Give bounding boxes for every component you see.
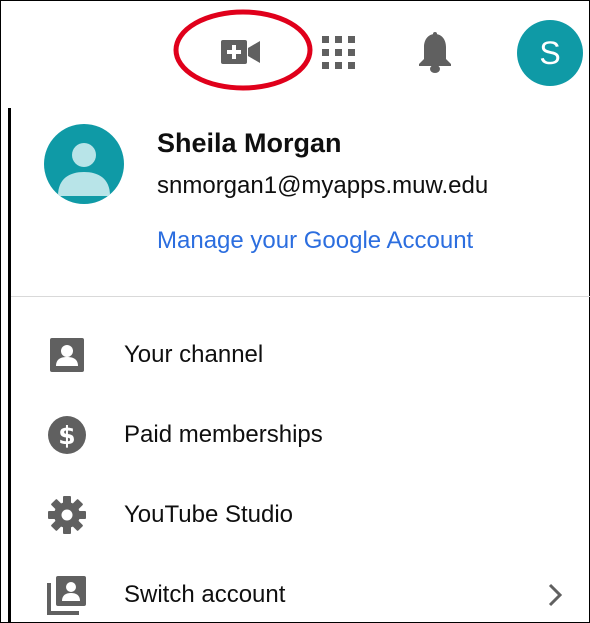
- manage-account-link[interactable]: Manage your Google Account: [157, 227, 473, 255]
- chevron-right-icon: [548, 583, 563, 607]
- menu-item-paid-memberships[interactable]: $ Paid memberships: [11, 395, 590, 475]
- svg-text:$: $: [58, 421, 75, 450]
- profile-avatar: [44, 124, 124, 204]
- menu-item-youtube-studio[interactable]: YouTube Studio: [11, 475, 590, 555]
- top-bar: S: [0, 0, 590, 108]
- menu-divider: [11, 296, 590, 297]
- menu-item-label: Switch account: [124, 581, 286, 608]
- menu-item-label: YouTube Studio: [124, 501, 294, 528]
- apps-grid-icon: [322, 36, 355, 69]
- video-camera-plus-icon: [221, 40, 260, 64]
- menu-item-switch-account[interactable]: Switch account: [11, 555, 590, 623]
- menu-item-label: Your channel: [124, 341, 264, 368]
- apps-button[interactable]: [316, 30, 362, 76]
- switch-account-icon: [47, 576, 86, 615]
- person-silhouette-icon: [58, 143, 110, 196]
- dollar-coin-icon: $: [48, 416, 86, 454]
- account-avatar-button[interactable]: S: [517, 20, 583, 86]
- notifications-button[interactable]: [412, 28, 458, 78]
- person-box-icon: [50, 338, 84, 372]
- avatar-initial: S: [539, 34, 561, 71]
- notification-bell-icon: [419, 32, 451, 73]
- menu-item-your-channel[interactable]: Your channel: [11, 315, 590, 395]
- profile-email: snmorgan1@myapps.muw.edu: [157, 172, 489, 199]
- profile-name: Sheila Morgan: [157, 128, 342, 158]
- gear-icon: [48, 496, 86, 534]
- create-video-button[interactable]: [213, 30, 269, 74]
- menu-item-label: Paid memberships: [124, 421, 323, 448]
